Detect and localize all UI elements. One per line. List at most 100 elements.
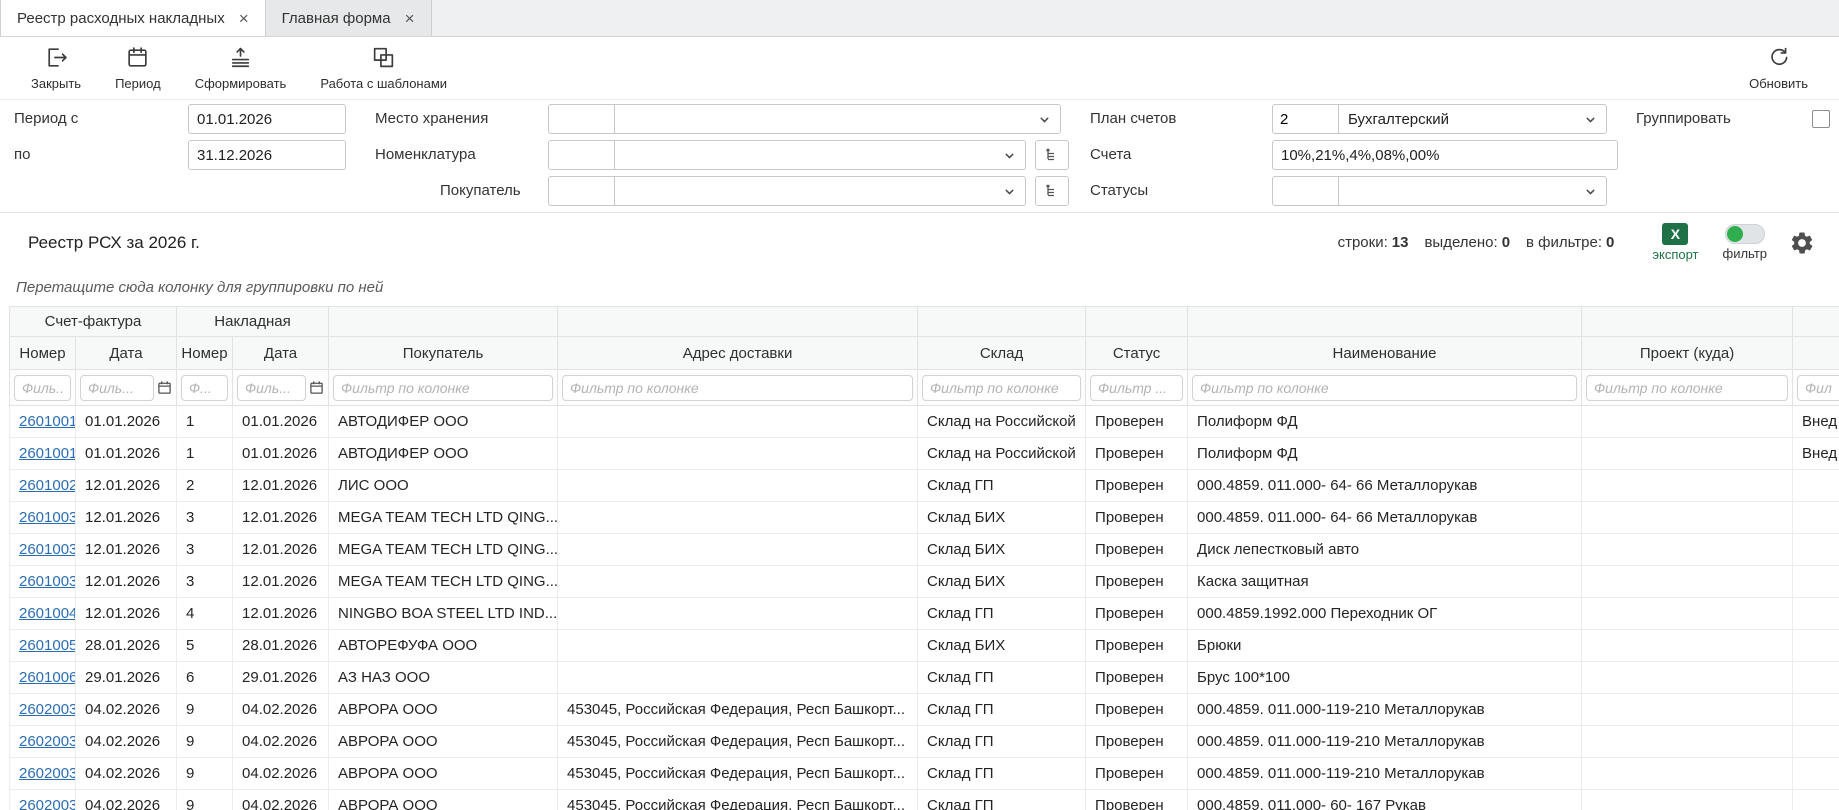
table-row[interactable]: 260200304.02.2026904.02.2026АВРОРА ООО45…	[10, 758, 1839, 790]
accounts-label: Счета	[1090, 140, 1131, 170]
table-row[interactable]: 260200304.02.2026904.02.2026АВРОРА ООО45…	[10, 694, 1839, 726]
cell-buyer: MEGA TEAM TECH LTD QING...	[329, 502, 558, 534]
period-to-input[interactable]	[188, 140, 346, 170]
chart-of-accounts-combo[interactable]: Бухгалтерский	[1272, 104, 1607, 134]
cell-status: Проверен	[1086, 598, 1188, 630]
filter-project-input[interactable]	[1586, 375, 1788, 401]
filter-address-input[interactable]	[562, 375, 913, 401]
statuses-combo[interactable]	[1272, 176, 1607, 206]
table-row[interactable]: 260200304.02.2026904.02.2026АВРОРА ООО45…	[10, 726, 1839, 758]
table-row[interactable]: 260200304.02.2026904.02.2026АВРОРА ООО45…	[10, 790, 1839, 810]
filter-item-name-input[interactable]	[1192, 375, 1577, 401]
calendar-icon[interactable]	[309, 380, 324, 395]
calendar-icon[interactable]	[157, 380, 172, 395]
chart-of-accounts-code-input[interactable]	[1273, 105, 1339, 133]
column-header-project[interactable]: Проект (куда)	[1582, 337, 1793, 370]
close-icon[interactable]: ×	[239, 10, 249, 27]
column-header-waybill-number[interactable]: Номер	[177, 337, 233, 370]
period-from-input[interactable]	[188, 104, 346, 134]
column-header-warehouse[interactable]: Склад	[918, 337, 1086, 370]
storage-code-input[interactable]	[549, 105, 615, 133]
page-title: Реестр РСХ за 2026 г.	[28, 233, 1338, 253]
nomenclature-combo[interactable]	[548, 140, 1026, 170]
invoice-number-link[interactable]: 2601001	[19, 445, 76, 462]
filter-waybill-date-input[interactable]	[237, 375, 306, 401]
filter-invoice-number-input[interactable]	[14, 375, 71, 401]
templates-icon	[371, 45, 396, 73]
column-header-invoice-number[interactable]: Номер	[10, 337, 76, 370]
nomenclature-tree-button[interactable]	[1035, 140, 1069, 170]
templates-button[interactable]: Работа с шаблонами	[303, 45, 464, 91]
cell-invoice-date: 12.01.2026	[76, 566, 177, 598]
invoice-number-link[interactable]: 2601003	[19, 509, 76, 526]
group-header-invoice[interactable]: Счет-фактура	[10, 307, 177, 337]
table-row[interactable]: 260100528.01.2026528.01.2026АВТОРЕФУФА О…	[10, 630, 1839, 662]
cell-invoice-number: 2601001	[10, 438, 76, 470]
table-row[interactable]: 260100312.01.2026312.01.2026MEGA TEAM TE…	[10, 566, 1839, 598]
filter-toggle[interactable]: фильтр	[1723, 224, 1767, 261]
statuses-code-input[interactable]	[1273, 177, 1339, 205]
table-row[interactable]: 260100412.01.2026412.01.2026NINGBO BOA S…	[10, 598, 1839, 630]
tab-main-form-label: Главная форма	[282, 10, 391, 27]
table-row[interactable]: 260100629.01.2026629.01.2026АЗ НАЗ ОООСк…	[10, 662, 1839, 694]
period-button[interactable]: Период	[98, 45, 178, 91]
table-row[interactable]: 260100312.01.2026312.01.2026MEGA TEAM TE…	[10, 502, 1839, 534]
refresh-button[interactable]: Обновить	[1732, 45, 1825, 91]
settings-button[interactable]	[1789, 230, 1815, 256]
table-row[interactable]: 260100212.01.2026212.01.2026ЛИС ОООСклад…	[10, 470, 1839, 502]
cell-delivery-address	[558, 534, 918, 566]
group-header-waybill[interactable]: Накладная	[177, 307, 329, 337]
invoice-number-link[interactable]: 2601005	[19, 637, 76, 654]
invoice-number-link[interactable]: 2601001	[19, 413, 76, 430]
column-header-invoice-date[interactable]: Дата	[76, 337, 177, 370]
buyer-combo[interactable]	[548, 176, 1026, 206]
cell-status: Проверен	[1086, 662, 1188, 694]
cell-waybill-date: 01.01.2026	[233, 438, 329, 470]
buyer-code-input[interactable]	[549, 177, 615, 205]
cell-warehouse: Склад ГП	[918, 726, 1086, 758]
column-header-waybill-date[interactable]: Дата	[233, 337, 329, 370]
cell-buyer: АВТОДИФЕР ООО	[329, 406, 558, 438]
filter-invoice-date-input[interactable]	[80, 375, 154, 401]
generate-button[interactable]: Сформировать	[178, 45, 304, 91]
invoice-number-link[interactable]: 2602003	[19, 733, 76, 750]
storage-combo[interactable]	[548, 104, 1061, 134]
invoice-number-link[interactable]: 2602003	[19, 797, 76, 810]
cell-status: Проверен	[1086, 630, 1188, 662]
invoice-number-link[interactable]: 2602003	[19, 701, 76, 718]
tab-register[interactable]: Реестр расходных накладных ×	[0, 0, 266, 36]
group-drop-zone[interactable]: Перетащите сюда колонку для группировки …	[0, 268, 1839, 306]
filter-extra-input[interactable]	[1797, 375, 1839, 401]
invoice-number-link[interactable]: 2602003	[19, 765, 76, 782]
invoice-number-link[interactable]: 2601002	[19, 477, 76, 494]
close-button[interactable]: Закрыть	[14, 45, 98, 91]
exit-door-icon	[44, 45, 69, 73]
cell-status: Проверен	[1086, 566, 1188, 598]
filter-waybill-number-input[interactable]	[181, 375, 228, 401]
table-row[interactable]: 260100312.01.2026312.01.2026MEGA TEAM TE…	[10, 534, 1839, 566]
filter-buyer-input[interactable]	[333, 375, 553, 401]
invoice-number-link[interactable]: 2601004	[19, 605, 76, 622]
column-header-buyer[interactable]: Покупатель	[329, 337, 558, 370]
tab-main-form[interactable]: Главная форма ×	[266, 0, 432, 36]
invoice-number-link[interactable]: 2601003	[19, 573, 76, 590]
close-icon[interactable]: ×	[405, 10, 415, 27]
table-row[interactable]: 260100101.01.2026101.01.2026АВТОДИФЕР ОО…	[10, 438, 1839, 470]
buyer-tree-button[interactable]	[1035, 176, 1069, 206]
invoice-number-link[interactable]: 2601003	[19, 541, 76, 558]
column-header-item-name[interactable]: Наименование	[1188, 337, 1582, 370]
invoice-number-link[interactable]: 2601006	[19, 669, 76, 686]
cell-warehouse: Склад ГП	[918, 662, 1086, 694]
nomenclature-code-input[interactable]	[549, 141, 615, 169]
grouping-checkbox[interactable]	[1812, 110, 1830, 128]
export-button[interactable]: X экспорт	[1652, 223, 1698, 262]
cell-invoice-date: 01.01.2026	[76, 438, 177, 470]
filter-status-input[interactable]	[1090, 375, 1183, 401]
column-header-delivery-address[interactable]: Адрес доставки	[558, 337, 918, 370]
filter-warehouse-input[interactable]	[922, 375, 1081, 401]
column-header-extra[interactable]	[1793, 337, 1839, 370]
column-header-status[interactable]: Статус	[1086, 337, 1188, 370]
accounts-input[interactable]	[1272, 140, 1618, 170]
chart-of-accounts-label: План счетов	[1090, 104, 1176, 134]
table-row[interactable]: 260100101.01.2026101.01.2026АВТОДИФЕР ОО…	[10, 406, 1839, 438]
